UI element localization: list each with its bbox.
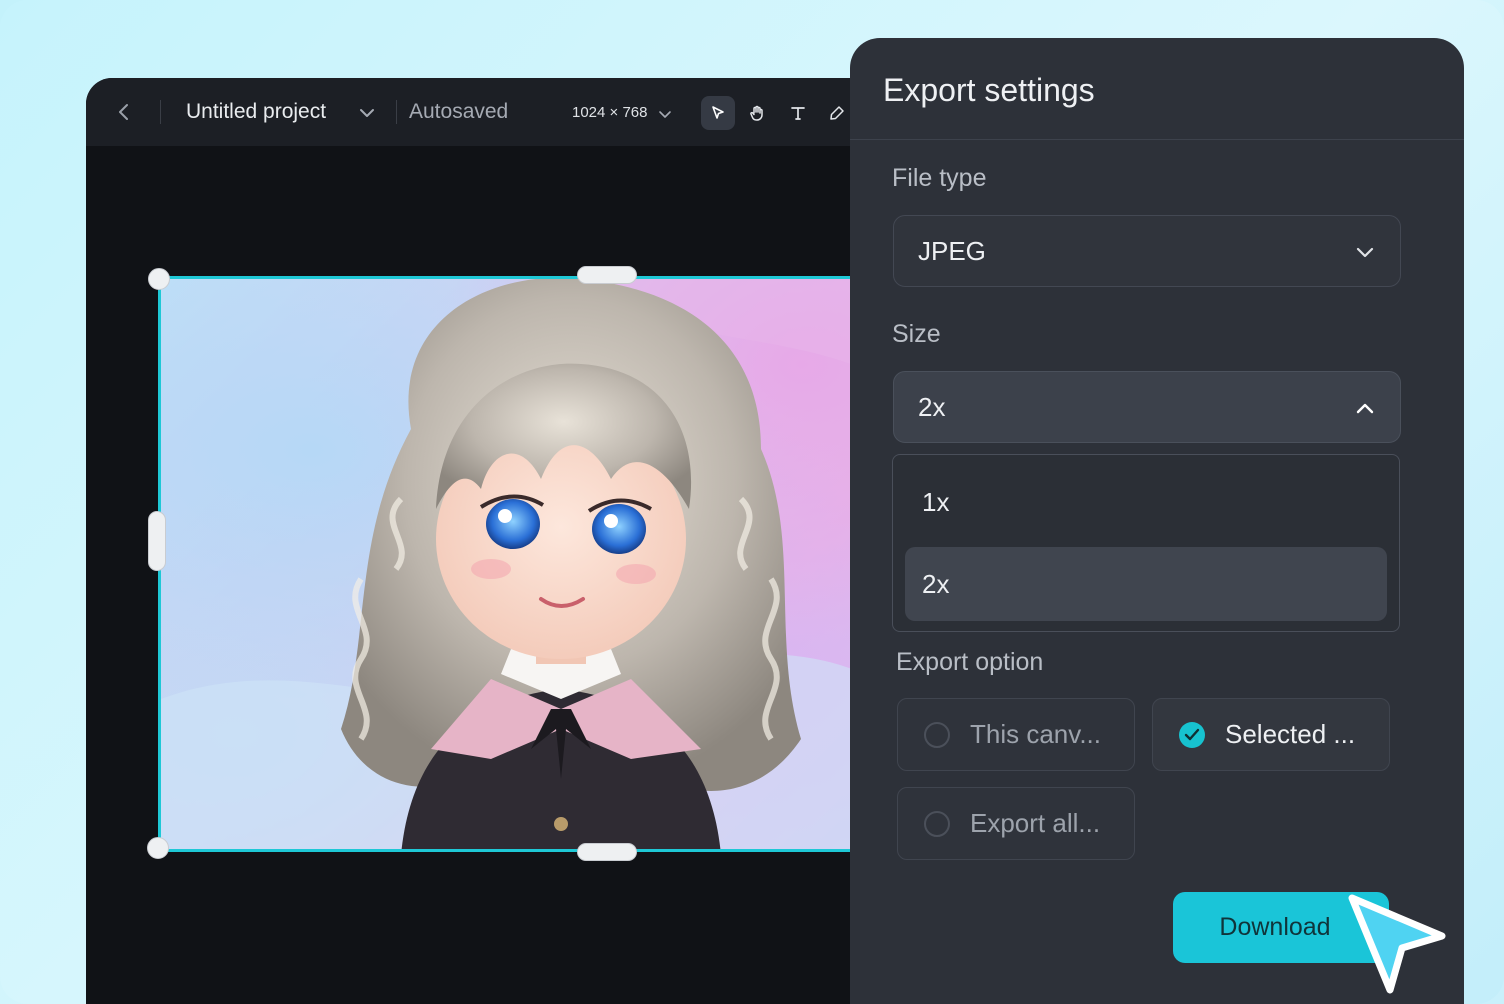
panel-title: Export settings xyxy=(883,72,1095,108)
export-option-label: Export option xyxy=(896,648,1044,676)
canvas-size-select[interactable]: 1024 × 768 xyxy=(572,104,648,121)
resize-handle-top[interactable] xyxy=(577,266,637,284)
select-tool-button[interactable] xyxy=(701,96,735,130)
character-illustration xyxy=(161,279,915,849)
file-type-label: File type xyxy=(892,164,987,192)
size-label: Size xyxy=(892,320,941,348)
size-option-1x[interactable]: 1x xyxy=(905,465,1387,539)
toolbar-divider xyxy=(396,100,397,124)
pen-tool-button[interactable] xyxy=(820,96,854,130)
text-tool-button[interactable] xyxy=(781,96,815,130)
size-value: 2x xyxy=(918,391,946,422)
option-selected[interactable]: Selected ... xyxy=(1152,698,1390,771)
size-select[interactable]: 2x xyxy=(893,371,1401,443)
resize-handle-left[interactable] xyxy=(148,511,166,571)
radio-checked-icon xyxy=(1179,721,1205,748)
toolbar-divider xyxy=(160,100,161,124)
select-icon xyxy=(712,106,724,119)
option-label: Selected ... xyxy=(1225,719,1356,749)
pointer-cursor-icon xyxy=(1348,894,1446,994)
resize-handle-bottom-left[interactable] xyxy=(147,837,169,859)
option-export-all[interactable]: Export all... xyxy=(897,787,1135,860)
resize-handle-top-left[interactable] xyxy=(148,268,170,290)
canvas-image[interactable] xyxy=(158,276,918,852)
panel-divider xyxy=(850,139,1464,140)
pen-icon xyxy=(830,106,844,120)
project-name[interactable]: Untitled project xyxy=(186,100,326,124)
autosave-status: Autosaved xyxy=(409,100,509,123)
chevron-down-icon xyxy=(1356,247,1374,258)
resize-handle-bottom[interactable] xyxy=(577,843,637,861)
hand-tool-button[interactable] xyxy=(740,96,774,130)
chevron-up-icon xyxy=(1356,403,1374,414)
file-type-value: JPEG xyxy=(918,235,986,266)
size-option-2x[interactable]: 2x xyxy=(905,547,1387,621)
editor-toolbar: Untitled project Autosaved 1024 × 768 xyxy=(86,78,886,146)
radio-unchecked-icon xyxy=(924,810,950,837)
hand-icon xyxy=(750,105,763,121)
chevron-down-icon[interactable] xyxy=(658,107,672,121)
size-dropdown: 1x 2x xyxy=(892,454,1400,632)
chevron-left-icon[interactable] xyxy=(112,100,136,124)
option-label: This canv... xyxy=(970,719,1102,749)
app-frame: Untitled project Autosaved 1024 × 768 Ex… xyxy=(0,0,1504,1004)
radio-unchecked-icon xyxy=(924,721,950,748)
text-icon xyxy=(791,107,805,120)
chevron-down-icon[interactable] xyxy=(358,104,376,122)
export-settings-panel: Export settings File type JPEG Size 2x 1… xyxy=(850,38,1464,1004)
option-label: Export all... xyxy=(970,808,1101,838)
option-this-canvas[interactable]: This canv... xyxy=(897,698,1135,771)
file-type-select[interactable]: JPEG xyxy=(893,215,1401,287)
